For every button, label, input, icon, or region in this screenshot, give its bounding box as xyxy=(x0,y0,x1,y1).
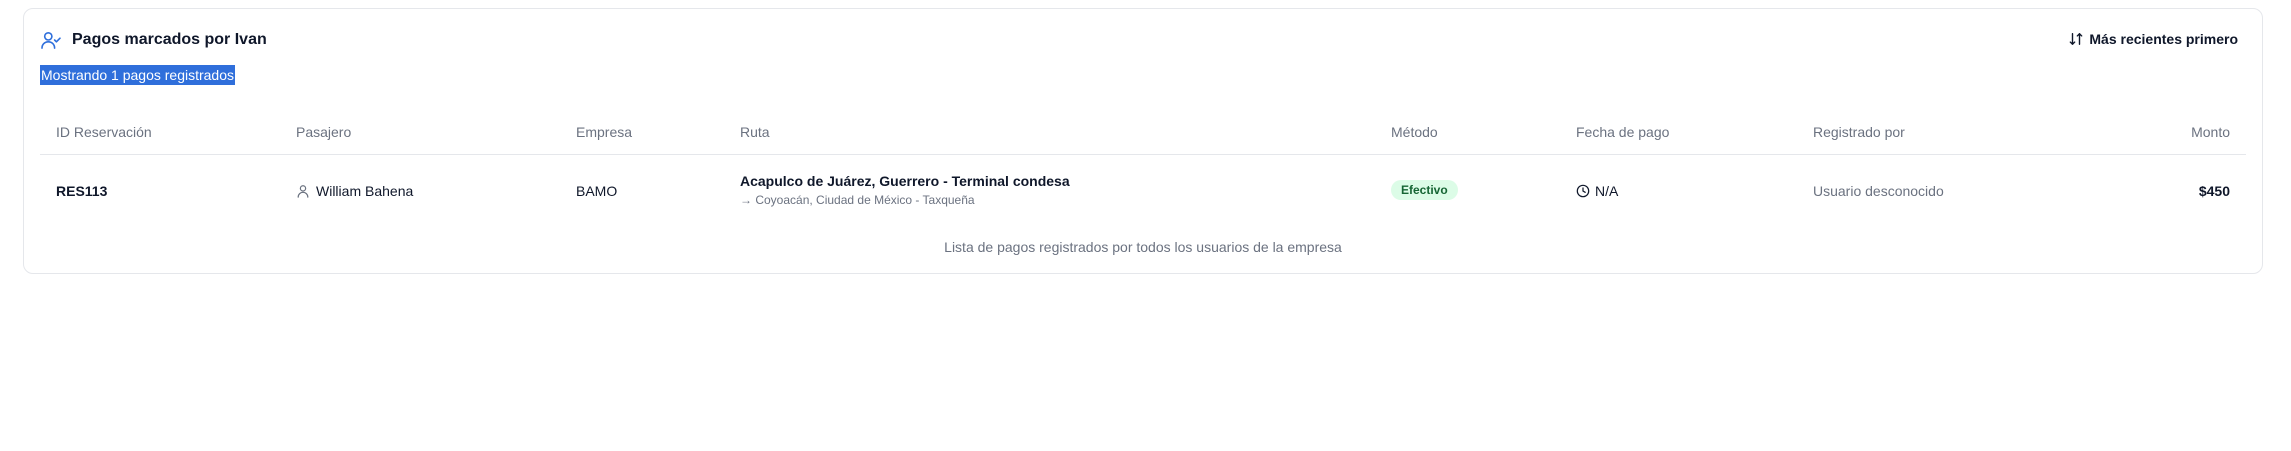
results-count-text: Mostrando 1 pagos registrados xyxy=(40,65,235,85)
method-cell: Efectivo xyxy=(1391,180,1458,200)
sort-label: Más recientes primero xyxy=(2089,31,2238,47)
column-header-route[interactable]: Ruta xyxy=(740,124,770,140)
column-header-payment-date[interactable]: Fecha de pago xyxy=(1576,124,1669,140)
card-header: Pagos marcados por Ivan xyxy=(40,31,267,49)
registered-by: Usuario desconocido xyxy=(1813,183,1944,199)
column-header-amount[interactable]: Monto xyxy=(2191,124,2230,140)
column-header-company[interactable]: Empresa xyxy=(576,124,632,140)
column-header-passenger[interactable]: Pasajero xyxy=(296,124,351,140)
user-icon xyxy=(296,184,310,198)
user-check-icon xyxy=(40,31,62,49)
payment-date-cell: N/A xyxy=(1576,183,1618,199)
table-row[interactable]: RES113 William Bahena BAMO Acapulco de J… xyxy=(40,155,2246,229)
sort-arrows-icon xyxy=(2069,32,2083,46)
passenger-name: William Bahena xyxy=(316,183,414,199)
payment-amount: $450 xyxy=(2198,183,2230,199)
column-header-id[interactable]: ID Reservación xyxy=(56,124,152,140)
column-header-method[interactable]: Método xyxy=(1391,124,1438,140)
company-name: BAMO xyxy=(576,183,618,199)
reservation-id: RES113 xyxy=(56,183,108,199)
route-cell: Acapulco de Juárez, Guerrero - Terminal … xyxy=(740,173,1070,207)
table-caption: Lista de pagos registrados por todos los… xyxy=(944,239,1342,255)
payments-card: Pagos marcados por Ivan Mostrando 1 pago… xyxy=(23,8,2263,274)
payment-date: N/A xyxy=(1595,183,1619,199)
payment-method-badge: Efectivo xyxy=(1391,180,1458,200)
route-origin: Acapulco de Juárez, Guerrero - Terminal … xyxy=(740,173,1070,189)
page-title: Pagos marcados por Ivan xyxy=(72,31,267,48)
route-destination: → Coyoacán, Ciudad de México - Taxqueña xyxy=(740,193,975,207)
clock-icon xyxy=(1576,184,1590,198)
sort-button[interactable]: Más recientes primero xyxy=(2069,31,2238,47)
table-header: ID Reservación Pasajero Empresa Ruta Mét… xyxy=(40,114,2246,155)
passenger-cell: William Bahena xyxy=(296,183,413,199)
payments-table: ID Reservación Pasajero Empresa Ruta Mét… xyxy=(40,114,2246,229)
column-header-registered-by[interactable]: Registrado por xyxy=(1813,124,1905,140)
